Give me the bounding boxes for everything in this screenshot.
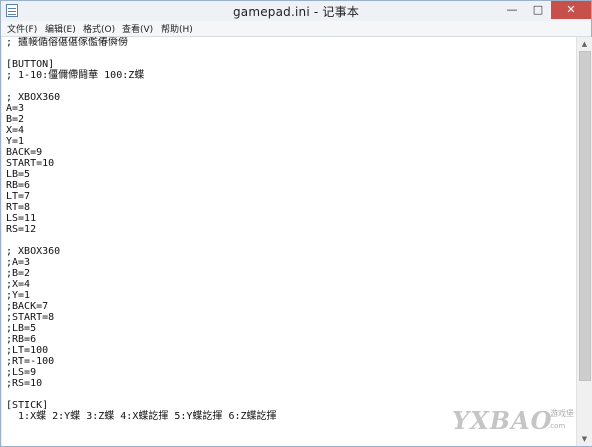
menu-file[interactable]: 文件(F) xyxy=(7,22,37,35)
text-line: ;X=4 xyxy=(6,279,31,290)
text-line: ;BACK=7 xyxy=(6,301,49,312)
text-line: B=2 xyxy=(6,114,25,125)
text-line xyxy=(6,235,277,246)
text-line: LT=7 xyxy=(6,191,31,202)
menu-format[interactable]: 格式(O) xyxy=(83,22,115,35)
text-line: ;START=8 xyxy=(6,312,55,323)
text-line: ;RS=10 xyxy=(6,378,43,389)
text-line: RB=6 xyxy=(6,180,31,191)
text-line: LS=11 xyxy=(6,213,37,224)
maximize-button[interactable]: □ xyxy=(525,1,551,19)
text-line: RS=12 xyxy=(6,224,37,235)
notepad-window: gamepad.ini - 记事本 — □ ✕ 文件(F) 编辑(E) 格式(O… xyxy=(0,0,592,447)
menu-edit[interactable]: 编辑(E) xyxy=(45,22,76,35)
text-line: [STICK] xyxy=(6,400,49,411)
text-line: ;LB=5 xyxy=(6,323,37,334)
text-line: ; XBOX360 xyxy=(6,246,61,257)
text-line: ; 攎帹偱傛偡偡傢儖偆僢僗 xyxy=(6,37,129,48)
text-line: ;A=3 xyxy=(6,257,31,268)
text-line: ;RB=6 xyxy=(6,334,37,345)
text-line: ;LS=9 xyxy=(6,367,37,378)
text-line: ; XBOX360 xyxy=(6,92,61,103)
text-line xyxy=(6,81,277,92)
text-line: X=4 xyxy=(6,125,25,136)
minimize-button[interactable]: — xyxy=(499,1,525,19)
text-line: ;Y=1 xyxy=(6,290,31,301)
editor-content: ; 攎帹偱傛偡偡傢儖偆僢僗 [BUTTON]; 1-10:僵儞僀鬪華 100:Z蝶… xyxy=(6,37,277,422)
menu-help[interactable]: 帮助(H) xyxy=(161,22,193,35)
text-line: [BUTTON] xyxy=(6,59,55,70)
text-line: RT=8 xyxy=(6,202,31,213)
scroll-thumb[interactable] xyxy=(579,51,591,381)
scroll-up-arrow[interactable]: ▲ xyxy=(577,37,592,51)
text-line: ; 1-10:僵儞僀鬪華 100:Z蝶 xyxy=(6,70,145,81)
text-line: Y=1 xyxy=(6,136,25,147)
title-bar[interactable]: gamepad.ini - 记事本 — □ ✕ xyxy=(1,1,591,21)
menu-view[interactable]: 查看(V) xyxy=(122,22,153,35)
menu-bar: 文件(F) 编辑(E) 格式(O) 查看(V) 帮助(H) xyxy=(1,21,591,37)
scroll-down-arrow[interactable]: ▼ xyxy=(577,432,592,446)
text-editor[interactable]: ; 攎帹偱傛偡偡傢儖偆僢僗 [BUTTON]; 1-10:僵儞僀鬪華 100:Z蝶… xyxy=(2,37,576,446)
text-line: START=10 xyxy=(6,158,55,169)
close-button[interactable]: ✕ xyxy=(551,1,591,19)
text-line: A=3 xyxy=(6,103,25,114)
text-line: BACK=9 xyxy=(6,147,43,158)
text-line: ;B=2 xyxy=(6,268,31,279)
text-line xyxy=(6,48,277,59)
text-line: 1:X蝶 2:Y蝶 3:Z蝶 4:X蝶訖揮 5:Y蝶訖揮 6:Z蝶訖揮 xyxy=(6,411,277,422)
text-line: ;RT=-100 xyxy=(6,356,55,367)
vertical-scrollbar[interactable]: ▲ ▼ xyxy=(576,37,592,446)
text-line: LB=5 xyxy=(6,169,31,180)
text-line: ;LT=100 xyxy=(6,345,49,356)
text-line xyxy=(6,389,277,400)
